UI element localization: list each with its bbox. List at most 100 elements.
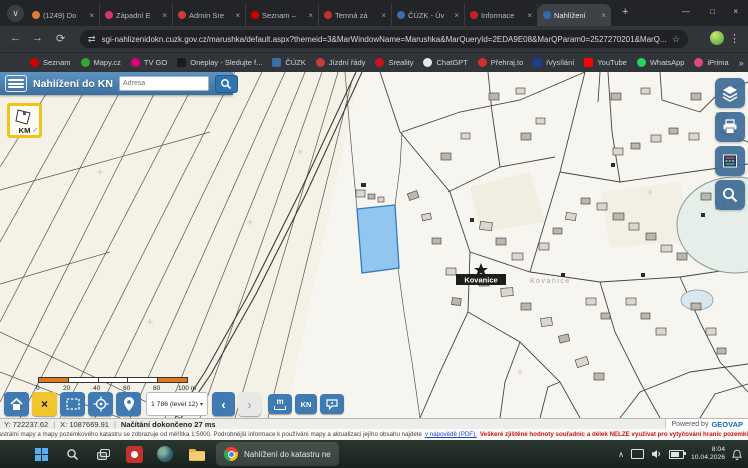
- window-minimize-button[interactable]: —: [682, 7, 690, 16]
- task-view-button[interactable]: [92, 443, 114, 465]
- back-icon[interactable]: ←: [10, 32, 21, 44]
- windows-taskbar: Nahlížení do katastru ne ∧ 8:04 10.04.20…: [0, 440, 748, 468]
- bookmark-item[interactable]: Seznam: [30, 58, 71, 67]
- measure-button[interactable]: m: [268, 394, 292, 414]
- tab-label: ČÚZK - Úv: [408, 11, 451, 20]
- tab-label: Seznam –: [262, 11, 305, 20]
- site-info-icon[interactable]: ⇄: [88, 34, 96, 45]
- notification-bell-icon[interactable]: [732, 449, 742, 460]
- legend-button[interactable]: [715, 146, 745, 176]
- forward-icon[interactable]: →: [32, 32, 43, 44]
- window-close-button[interactable]: ×: [733, 7, 738, 16]
- browser-tab[interactable]: Informace×: [465, 4, 538, 26]
- powered-by-text: Powered by: [671, 421, 708, 428]
- bookmark-label: Přehraj.to: [491, 58, 524, 67]
- bookmark-item[interactable]: iPrima: [694, 58, 728, 67]
- bookmarks-overflow-icon[interactable]: »: [739, 58, 744, 68]
- history-forward-button[interactable]: ›: [238, 392, 261, 416]
- bookmark-item[interactable]: WhatsApp: [637, 58, 685, 67]
- close-icon[interactable]: ×: [235, 11, 240, 20]
- close-icon[interactable]: ×: [162, 11, 167, 20]
- browser-menu-icon[interactable]: ⋮: [729, 32, 740, 45]
- new-tab-button[interactable]: +: [622, 6, 628, 18]
- address-search-input[interactable]: [119, 76, 209, 91]
- bookmark-item[interactable]: Mapy.cz: [81, 58, 121, 67]
- start-button[interactable]: [30, 443, 52, 465]
- kn-label: KN: [301, 400, 312, 409]
- browser-app-button[interactable]: [154, 443, 176, 465]
- browser-tab-active[interactable]: Nahlížení×: [538, 4, 611, 26]
- print-button[interactable]: [715, 112, 745, 142]
- tab-favicon: [178, 11, 186, 19]
- browser-tab[interactable]: Západní E×: [100, 4, 173, 26]
- chrome-window-button[interactable]: Nahlížení do katastru ne: [216, 442, 339, 466]
- bookmark-item[interactable]: iVysílání: [533, 58, 574, 67]
- close-icon[interactable]: ×: [308, 11, 313, 20]
- media-app-button[interactable]: [123, 443, 145, 465]
- tab-label: Nahlížení: [554, 11, 598, 20]
- history-back-button[interactable]: ‹: [212, 392, 235, 416]
- system-tray: ∧ 8:04 10.04.2026: [618, 440, 742, 468]
- geovap-brand[interactable]: GEOVAP: [711, 420, 743, 429]
- close-icon[interactable]: ×: [454, 11, 459, 20]
- browser-tab[interactable]: Seznam –×: [246, 4, 319, 26]
- bookmark-item[interactable]: TV GO: [131, 58, 167, 67]
- tab-search-button[interactable]: ∨: [7, 5, 24, 22]
- close-icon[interactable]: ×: [381, 11, 386, 20]
- selected-parcel[interactable]: [357, 205, 399, 273]
- help-pdf-link[interactable]: v nápovědě (PDF).: [425, 431, 477, 438]
- apps-grid-icon[interactable]: [8, 58, 10, 67]
- x-icon: ×: [41, 397, 48, 411]
- browser-tab[interactable]: ČÚZK - Úv×: [392, 4, 465, 26]
- bookmark-label: iPrima: [707, 58, 728, 67]
- bookmark-favicon: [131, 58, 140, 67]
- network-display-icon[interactable]: [631, 449, 644, 459]
- zoom-level-dropdown[interactable]: 1 786 (level 12) ▾: [146, 392, 208, 416]
- search-button[interactable]: [215, 75, 238, 93]
- address-bar[interactable]: ⇄ sgi-nahlizenidokn.cuzk.gov.cz/marushka…: [80, 30, 688, 48]
- map-canvas[interactable]: Kovanice Kovanice Nahlížení do KN KM: [0, 72, 748, 418]
- info-balloon-button[interactable]: [320, 394, 344, 414]
- tray-chevron-icon[interactable]: ∧: [618, 450, 624, 459]
- bookmark-star-icon[interactable]: ☆: [672, 34, 680, 45]
- speaker-icon[interactable]: [651, 449, 662, 459]
- zoom-search-button[interactable]: [715, 180, 745, 210]
- screen: ∨ (1249) Do× Západní E× Admin Sre× Sezna…: [0, 0, 748, 468]
- media-app-icon: [126, 446, 143, 463]
- clock[interactable]: 8:04 10.04.2026: [691, 446, 725, 462]
- bookmark-item[interactable]: Přehraj.to: [478, 58, 524, 67]
- bookmark-item[interactable]: Sreality: [375, 58, 413, 67]
- marquee-zoom-button[interactable]: [60, 392, 85, 416]
- balloon-icon: [325, 398, 339, 411]
- profile-avatar[interactable]: [710, 31, 724, 45]
- window-maximize-button[interactable]: □: [710, 7, 715, 16]
- browser-tab[interactable]: (1249) Do×: [27, 4, 100, 26]
- locate-button[interactable]: [116, 392, 141, 416]
- home-button[interactable]: [4, 392, 29, 416]
- bookmark-item[interactable]: ČÚZK: [272, 58, 305, 67]
- center-map-button[interactable]: [88, 392, 113, 416]
- bookmark-item[interactable]: YouTube: [584, 58, 626, 67]
- menu-hamburger-icon[interactable]: [5, 75, 27, 92]
- file-explorer-button[interactable]: [185, 443, 207, 465]
- bookmark-item[interactable]: Oneplay - Sledujte f...: [177, 58, 262, 67]
- bookmark-label: Seznam: [43, 58, 71, 67]
- load-status: Načítání dokončeno 27 ms: [121, 420, 216, 429]
- kn-info-button[interactable]: KN: [295, 394, 317, 414]
- bookmark-item[interactable]: ChatGPT: [423, 58, 467, 67]
- close-icon[interactable]: ×: [527, 11, 532, 20]
- close-icon[interactable]: ×: [601, 11, 606, 20]
- taskbar-search-button[interactable]: [61, 443, 83, 465]
- km-map-badge[interactable]: KM: [7, 103, 42, 138]
- tab-favicon: [543, 11, 551, 19]
- browser-tab[interactable]: Admin Sre×: [173, 4, 246, 26]
- bookmark-favicon: [584, 58, 593, 67]
- browser-tab[interactable]: Temná zá×: [319, 4, 392, 26]
- battery-icon[interactable]: [669, 450, 684, 459]
- reload-icon[interactable]: ⟳: [56, 32, 65, 45]
- bookmark-item[interactable]: Jízdní řády: [316, 58, 366, 67]
- url-text: sgi-nahlizenidokn.cuzk.gov.cz/marushka/d…: [102, 35, 666, 44]
- close-icon[interactable]: ×: [89, 11, 94, 20]
- clear-selection-button[interactable]: ×: [32, 392, 57, 416]
- layers-button[interactable]: [715, 78, 745, 108]
